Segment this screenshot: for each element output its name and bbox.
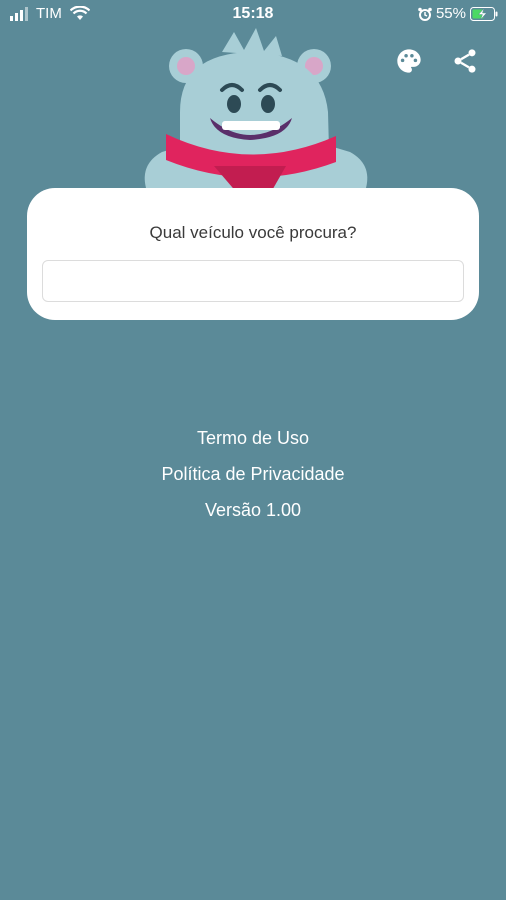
vehicle-search-input[interactable] <box>42 260 464 302</box>
version-label: Versão 1.00 <box>204 500 302 520</box>
palette-button[interactable] <box>392 44 426 78</box>
battery-percent: 55% <box>435 5 466 22</box>
toolbar <box>370 44 482 78</box>
terms-of-use-link[interactable]: Termo de Uso <box>0 428 506 448</box>
palette-icon <box>397 49 421 73</box>
alarm-icon <box>418 7 432 21</box>
footer-links: Termo de Uso Política de Privacidade Ver… <box>0 428 506 536</box>
search-prompt: Qual veículo você procura? <box>149 223 357 242</box>
battery-charging-icon <box>470 6 498 21</box>
status-right: 55% <box>418 5 498 22</box>
search-card: Qual veículo você procura? <box>27 188 479 320</box>
privacy-policy-link[interactable]: Política de Privacidade <box>0 464 506 484</box>
mascot-monster-image <box>144 28 368 194</box>
share-icon <box>454 49 476 73</box>
share-button[interactable] <box>448 44 482 78</box>
